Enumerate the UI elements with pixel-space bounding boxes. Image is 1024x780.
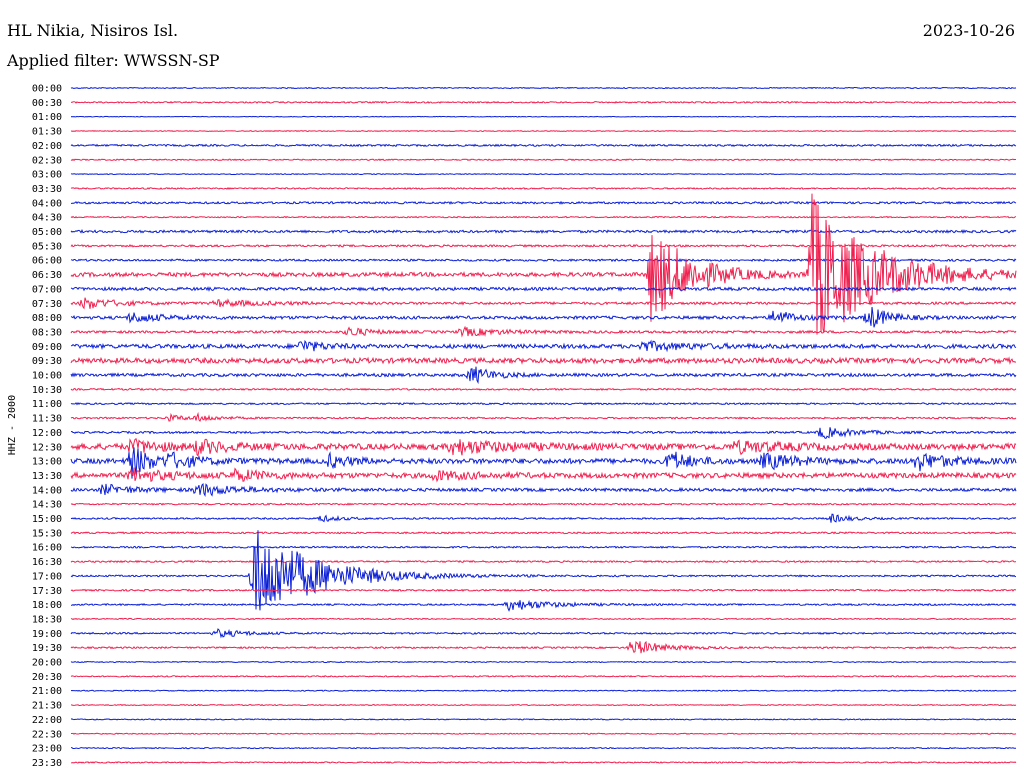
row-time-label: 23:00 xyxy=(32,744,62,755)
row-time-label: 13:00 xyxy=(32,457,62,468)
row-time-label: 03:00 xyxy=(32,170,62,181)
trace-row-0300 xyxy=(70,173,1017,176)
trace-row-1800 xyxy=(70,599,1017,612)
row-time-label: 14:00 xyxy=(32,485,62,496)
trace-row-0130 xyxy=(70,130,1017,133)
trace-row-2300 xyxy=(70,746,1017,750)
row-time-label: 12:00 xyxy=(32,428,62,439)
seismic-traces xyxy=(70,86,1017,764)
row-time-label: 04:00 xyxy=(32,198,62,209)
row-time-label: 23:30 xyxy=(32,758,62,769)
row-time-label: 18:30 xyxy=(32,614,62,625)
row-time-label: 03:30 xyxy=(32,184,62,195)
row-time-label: 16:30 xyxy=(32,557,62,568)
row-time-label: 00:00 xyxy=(32,84,62,95)
trace-row-0930 xyxy=(70,356,1017,365)
row-time-label: 06:30 xyxy=(32,270,62,281)
row-time-label: 00:30 xyxy=(32,98,62,109)
trace-row-2130 xyxy=(70,703,1017,707)
trace-row-1130 xyxy=(70,411,1017,423)
row-time-label: 21:00 xyxy=(32,686,62,697)
row-time-label: 05:00 xyxy=(32,227,62,238)
trace-row-0200 xyxy=(70,143,1017,148)
row-time-label: 10:30 xyxy=(32,385,62,396)
row-time-label: 15:30 xyxy=(32,528,62,539)
row-time-label: 20:00 xyxy=(32,658,62,669)
trace-row-1330 xyxy=(70,467,1017,483)
trace-row-2230 xyxy=(70,732,1017,735)
trace-row-0400 xyxy=(71,200,1017,205)
trace-row-0330 xyxy=(70,186,1017,190)
row-time-label: 17:30 xyxy=(32,586,62,597)
trace-row-2030 xyxy=(70,675,1017,678)
row-time-label: 07:00 xyxy=(32,284,62,295)
trace-row-1900 xyxy=(70,628,1017,639)
trace-row-1530 xyxy=(70,531,1017,535)
trace-row-1030 xyxy=(70,387,1017,391)
trace-row-0500 xyxy=(70,229,1017,234)
trace-row-0030 xyxy=(70,100,1017,104)
row-time-label: 02:00 xyxy=(32,141,62,152)
trace-row-0000 xyxy=(70,86,1017,90)
trace-row-2100 xyxy=(70,689,1017,692)
row-time-label: 10:00 xyxy=(32,371,62,382)
row-time-label: 11:00 xyxy=(32,399,62,410)
row-time-label: 12:30 xyxy=(32,442,62,453)
trace-row-0900 xyxy=(70,339,1017,353)
trace-row-0100 xyxy=(70,115,1017,118)
row-time-label: 22:30 xyxy=(32,729,62,740)
trace-row-0630 xyxy=(70,193,1017,335)
trace-row-1630 xyxy=(70,559,1017,564)
trace-row-1830 xyxy=(70,617,1017,621)
trace-row-1600 xyxy=(70,545,1017,549)
row-time-label: 19:00 xyxy=(32,629,62,640)
trace-row-0830 xyxy=(70,325,1017,338)
trace-row-1730 xyxy=(70,588,1017,592)
trace-row-1930 xyxy=(70,640,1017,654)
row-time-label: 18:00 xyxy=(32,600,62,611)
row-time-label: 09:00 xyxy=(32,342,62,353)
row-time-label: 14:30 xyxy=(32,500,62,511)
row-time-label: 19:30 xyxy=(32,643,62,654)
trace-row-1000 xyxy=(70,366,1017,385)
row-time-label: 09:30 xyxy=(32,356,62,367)
trace-row-1430 xyxy=(70,502,1017,506)
trace-row-1230 xyxy=(70,437,1017,457)
channel-label: HHZ - 2000 xyxy=(7,395,18,455)
row-time-label: 08:00 xyxy=(32,313,62,324)
helicorder-plot: 00:00 00:30 01:00 01:30 02:00 02:30 03:00 03:30… xyxy=(7,84,1017,769)
row-time-label: 16:00 xyxy=(32,543,62,554)
trace-row-1500 xyxy=(70,513,1017,523)
trace-row-0730 xyxy=(70,297,1017,310)
row-time-label: 13:30 xyxy=(32,471,62,482)
row-time-label: 11:30 xyxy=(32,414,62,425)
trace-row-2330 xyxy=(70,761,1017,764)
row-time-label: 05:30 xyxy=(32,241,62,252)
row-time-label: 15:00 xyxy=(32,514,62,525)
row-time-label: 07:30 xyxy=(32,299,62,310)
row-time-label: 01:00 xyxy=(32,112,62,123)
trace-row-0530 xyxy=(70,243,1017,248)
trace-row-1100 xyxy=(70,402,1017,406)
row-time-label: 17:00 xyxy=(32,571,62,582)
trace-row-1400 xyxy=(70,482,1017,497)
row-time-label: 21:30 xyxy=(32,701,62,712)
row-time-label: 08:30 xyxy=(32,327,62,338)
trace-row-1700 xyxy=(70,530,1017,611)
trace-row-0230 xyxy=(70,158,1017,162)
row-time-label: 20:30 xyxy=(32,672,62,683)
time-axis-labels: 00:00 00:30 01:00 01:30 02:00 02:30 03:00 03:30… xyxy=(32,84,62,769)
row-time-label: 06:00 xyxy=(32,256,62,267)
row-time-label: 04:30 xyxy=(32,213,62,224)
trace-row-2000 xyxy=(70,660,1017,664)
row-time-label: 01:30 xyxy=(32,127,62,138)
trace-row-0800 xyxy=(70,306,1017,328)
row-time-label: 22:00 xyxy=(32,715,62,726)
trace-row-2200 xyxy=(70,718,1016,721)
trace-row-0700 xyxy=(70,285,1017,292)
row-time-label: 02:30 xyxy=(32,155,62,166)
trace-row-1300 xyxy=(70,447,1017,479)
trace-row-1200 xyxy=(70,427,1017,439)
trace-row-0430 xyxy=(70,215,1017,219)
